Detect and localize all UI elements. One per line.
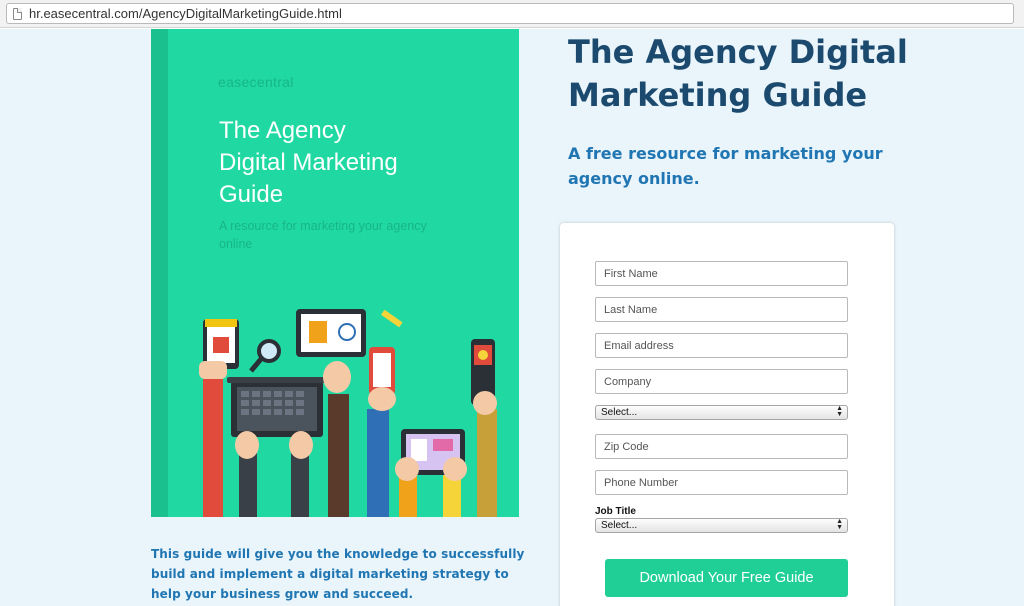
cover-title-line: The Agency bbox=[219, 117, 346, 144]
page-title-line: Marketing Guide bbox=[568, 76, 868, 114]
zip-code-field[interactable] bbox=[595, 434, 848, 459]
page-content: easecentral The Agency Digital Marketing… bbox=[0, 29, 1024, 606]
select-value: Select... bbox=[601, 407, 638, 418]
hands-holding-devices-illustration bbox=[199, 309, 497, 517]
page-icon bbox=[13, 8, 22, 20]
select-dropdown[interactable]: Select... ▲ ▼ bbox=[595, 405, 848, 420]
cover-title-line: Guide bbox=[219, 181, 284, 208]
address-bar[interactable]: hr.easecentral.com/AgencyDigitalMarketin… bbox=[6, 3, 1014, 24]
first-name-field[interactable] bbox=[595, 261, 848, 286]
page-title-line: The Agency Digital bbox=[568, 33, 908, 71]
select-arrows-icon: ▲ ▼ bbox=[836, 405, 843, 418]
cover-brand: easecentral bbox=[218, 74, 294, 90]
job-title-select[interactable]: Select... ▲ ▼ bbox=[595, 518, 848, 533]
job-title-value: Select... bbox=[601, 520, 638, 531]
cover-subtitle: A resource for marketing your agency onl… bbox=[219, 219, 427, 251]
phone-number-field[interactable] bbox=[595, 470, 848, 495]
url-text: hr.easecentral.com/AgencyDigitalMarketin… bbox=[29, 6, 342, 21]
ebook-cover: easecentral The Agency Digital Marketing… bbox=[151, 29, 519, 517]
job-title-label: Job Title bbox=[595, 506, 636, 517]
email-field[interactable] bbox=[595, 333, 848, 358]
last-name-field[interactable] bbox=[595, 297, 848, 322]
company-field[interactable] bbox=[595, 369, 848, 394]
guide-description: This guide will give you the knowledge t… bbox=[151, 547, 525, 601]
download-guide-button[interactable]: Download Your Free Guide bbox=[605, 559, 848, 597]
cover-title-line: Digital Marketing bbox=[219, 149, 398, 176]
cover-title: The Agency Digital Marketing Guide bbox=[219, 115, 459, 211]
page-subtitle: A free resource for marketing your agenc… bbox=[568, 144, 883, 188]
lead-form: Select... ▲▼ Job Title Select... ▲▼ Down… bbox=[560, 223, 894, 606]
browser-toolbar: hr.easecentral.com/AgencyDigitalMarketin… bbox=[0, 0, 1024, 28]
page-title: The Agency Digital Marketing Guide bbox=[568, 31, 1008, 117]
select-arrows-icon: ▲ ▼ bbox=[836, 518, 843, 531]
